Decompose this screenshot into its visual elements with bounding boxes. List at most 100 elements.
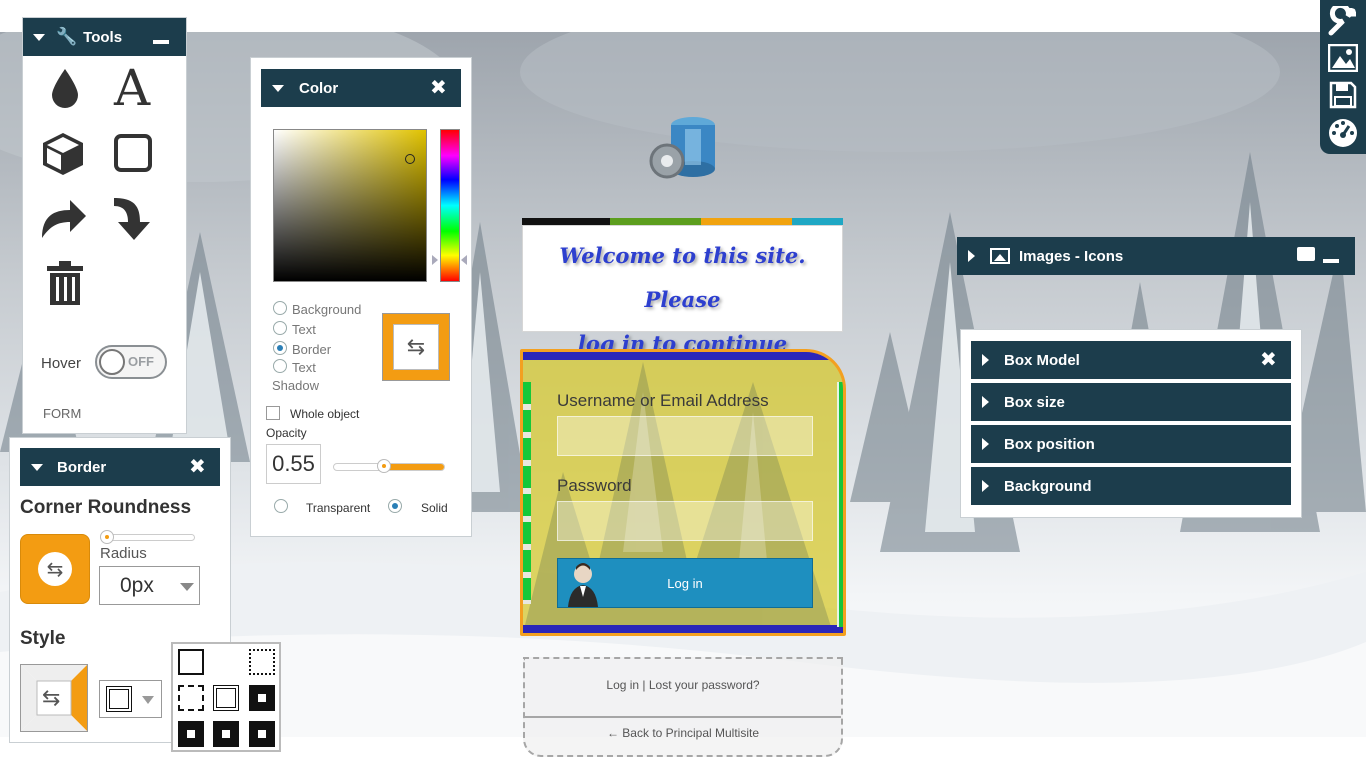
- style-solid-option[interactable]: [178, 649, 204, 675]
- color-panel-title: Color: [299, 79, 339, 97]
- form-border-bottom: [523, 625, 843, 633]
- toggle-state: OFF: [128, 354, 154, 369]
- box-size-label: Box size: [1004, 393, 1065, 411]
- box-model-label: Box Model: [1004, 351, 1080, 369]
- saturation-value-picker[interactable]: [273, 129, 427, 282]
- corner-roundness-heading: Corner Roundness: [20, 497, 192, 518]
- style-dashed-option[interactable]: [178, 685, 204, 711]
- target-border-label: Border: [292, 342, 332, 357]
- back-to-site-link[interactable]: ← Back to Principal Multisite: [525, 726, 841, 740]
- minimize-button[interactable]: [1323, 259, 1339, 263]
- target-shadow-label: Shadow: [272, 378, 319, 393]
- hue-slider[interactable]: [440, 129, 460, 282]
- color-drop-tool-icon[interactable]: [40, 63, 90, 113]
- swap-arrows-icon: ⇆: [42, 685, 61, 710]
- border-panel-header[interactable]: Border ✖: [20, 448, 220, 486]
- whole-object-checkbox[interactable]: [266, 406, 280, 420]
- target-text-shadow-radio[interactable]: [273, 359, 287, 373]
- target-border-radio[interactable]: [273, 341, 287, 355]
- expand-triangle-icon[interactable]: [982, 396, 989, 408]
- close-icon[interactable]: ✖: [1260, 350, 1277, 370]
- folder-open-icon[interactable]: [1297, 247, 1315, 261]
- background-row[interactable]: Background: [971, 467, 1291, 505]
- opacity-label: Opacity: [266, 426, 307, 440]
- style-double-option[interactable]: [213, 685, 239, 711]
- expand-triangle-icon[interactable]: [968, 250, 975, 262]
- expand-triangle-icon[interactable]: [982, 438, 989, 450]
- radius-select[interactable]: 0px: [99, 566, 200, 605]
- border-style-picker: [171, 642, 281, 752]
- color-bar-orange: [701, 218, 792, 225]
- expand-triangle-icon[interactable]: [982, 354, 989, 366]
- images-icons-panel-header[interactable]: Images - Icons: [957, 237, 1355, 275]
- hue-pointer-left: [432, 255, 438, 265]
- border-tool-icon[interactable]: [108, 128, 158, 178]
- collapse-triangle-icon[interactable]: [31, 463, 43, 471]
- password-input[interactable]: [557, 501, 813, 541]
- username-label: Username or Email Address: [557, 391, 769, 410]
- box-size-row[interactable]: Box size: [971, 383, 1291, 421]
- solid-label: Solid: [421, 501, 448, 515]
- box-tool-icon[interactable]: [38, 128, 88, 178]
- solid-radio[interactable]: [388, 499, 402, 513]
- target-background-label: Background: [292, 302, 362, 317]
- style-ridge-option[interactable]: [178, 721, 204, 747]
- turn-down-arrow-icon[interactable]: [108, 192, 158, 242]
- login-button[interactable]: Log in: [557, 558, 813, 608]
- radius-slider[interactable]: [100, 530, 195, 544]
- close-icon[interactable]: ✖: [430, 78, 447, 98]
- border-style-select[interactable]: [99, 680, 162, 718]
- style-inset-option[interactable]: [213, 721, 239, 747]
- database-gear-logo: [645, 113, 720, 188]
- target-text-radio[interactable]: [273, 321, 287, 335]
- color-bar-black: [522, 218, 610, 225]
- whole-object-label: Whole object: [290, 407, 360, 421]
- collapse-triangle-icon[interactable]: [33, 33, 45, 41]
- minimize-button[interactable]: [153, 40, 169, 44]
- transparent-label: Transparent: [306, 501, 371, 515]
- color-bar-green: [610, 218, 701, 225]
- username-input[interactable]: [557, 416, 813, 456]
- collapse-triangle-icon[interactable]: [272, 84, 284, 92]
- picker-cursor[interactable]: [405, 154, 415, 164]
- radius-label: Radius: [100, 545, 147, 562]
- target-background-radio[interactable]: [273, 301, 287, 315]
- style-dotted-option[interactable]: [249, 649, 275, 675]
- style-outset-option[interactable]: [249, 721, 275, 747]
- opacity-input[interactable]: 0.55: [266, 444, 321, 484]
- login-lost-password-link[interactable]: Log in | Lost your password?: [525, 678, 841, 692]
- opacity-slider[interactable]: [333, 459, 445, 473]
- hover-label: Hover: [41, 355, 82, 372]
- box-position-label: Box position: [1004, 435, 1095, 453]
- close-icon[interactable]: ✖: [189, 457, 206, 477]
- trash-icon[interactable]: [40, 258, 90, 308]
- image-icon[interactable]: [1326, 41, 1360, 75]
- opacity-slider-handle[interactable]: [377, 459, 391, 473]
- wrench-icon[interactable]: [1326, 4, 1360, 38]
- box-model-row[interactable]: Box Model ✖: [971, 341, 1291, 379]
- radius-slider-handle[interactable]: [100, 530, 114, 544]
- hover-toggle[interactable]: OFF: [95, 345, 167, 379]
- dashboard-icon[interactable]: [1326, 115, 1360, 149]
- form-border-right: [837, 382, 843, 627]
- tools-panel-header[interactable]: 🔧 Tools: [23, 18, 186, 56]
- color-swap-button[interactable]: ⇆: [382, 313, 450, 381]
- transparent-radio[interactable]: [274, 499, 288, 513]
- form-border-top: [523, 352, 843, 360]
- welcome-message-box: Welcome to this site. Please log in to c…: [522, 225, 843, 356]
- color-panel-header[interactable]: Color ✖: [261, 69, 461, 107]
- font-tool-icon[interactable]: A: [107, 59, 157, 117]
- corner-swap-button[interactable]: ⇆: [20, 534, 90, 604]
- box-position-row[interactable]: Box position: [971, 425, 1291, 463]
- style-groove-option[interactable]: [249, 685, 275, 711]
- border-style-swap-button[interactable]: ⇆: [20, 664, 88, 732]
- background-label: Background: [1004, 477, 1092, 495]
- login-button-label: Log in: [667, 575, 703, 591]
- form-label: FORM: [43, 406, 82, 421]
- save-icon[interactable]: [1326, 78, 1360, 112]
- opacity-slider-fill: [383, 464, 444, 470]
- expand-triangle-icon[interactable]: [982, 480, 989, 492]
- double-border-icon: [106, 686, 132, 712]
- redo-arrow-icon[interactable]: [38, 192, 88, 242]
- target-text-shadow-label: Text: [292, 360, 316, 375]
